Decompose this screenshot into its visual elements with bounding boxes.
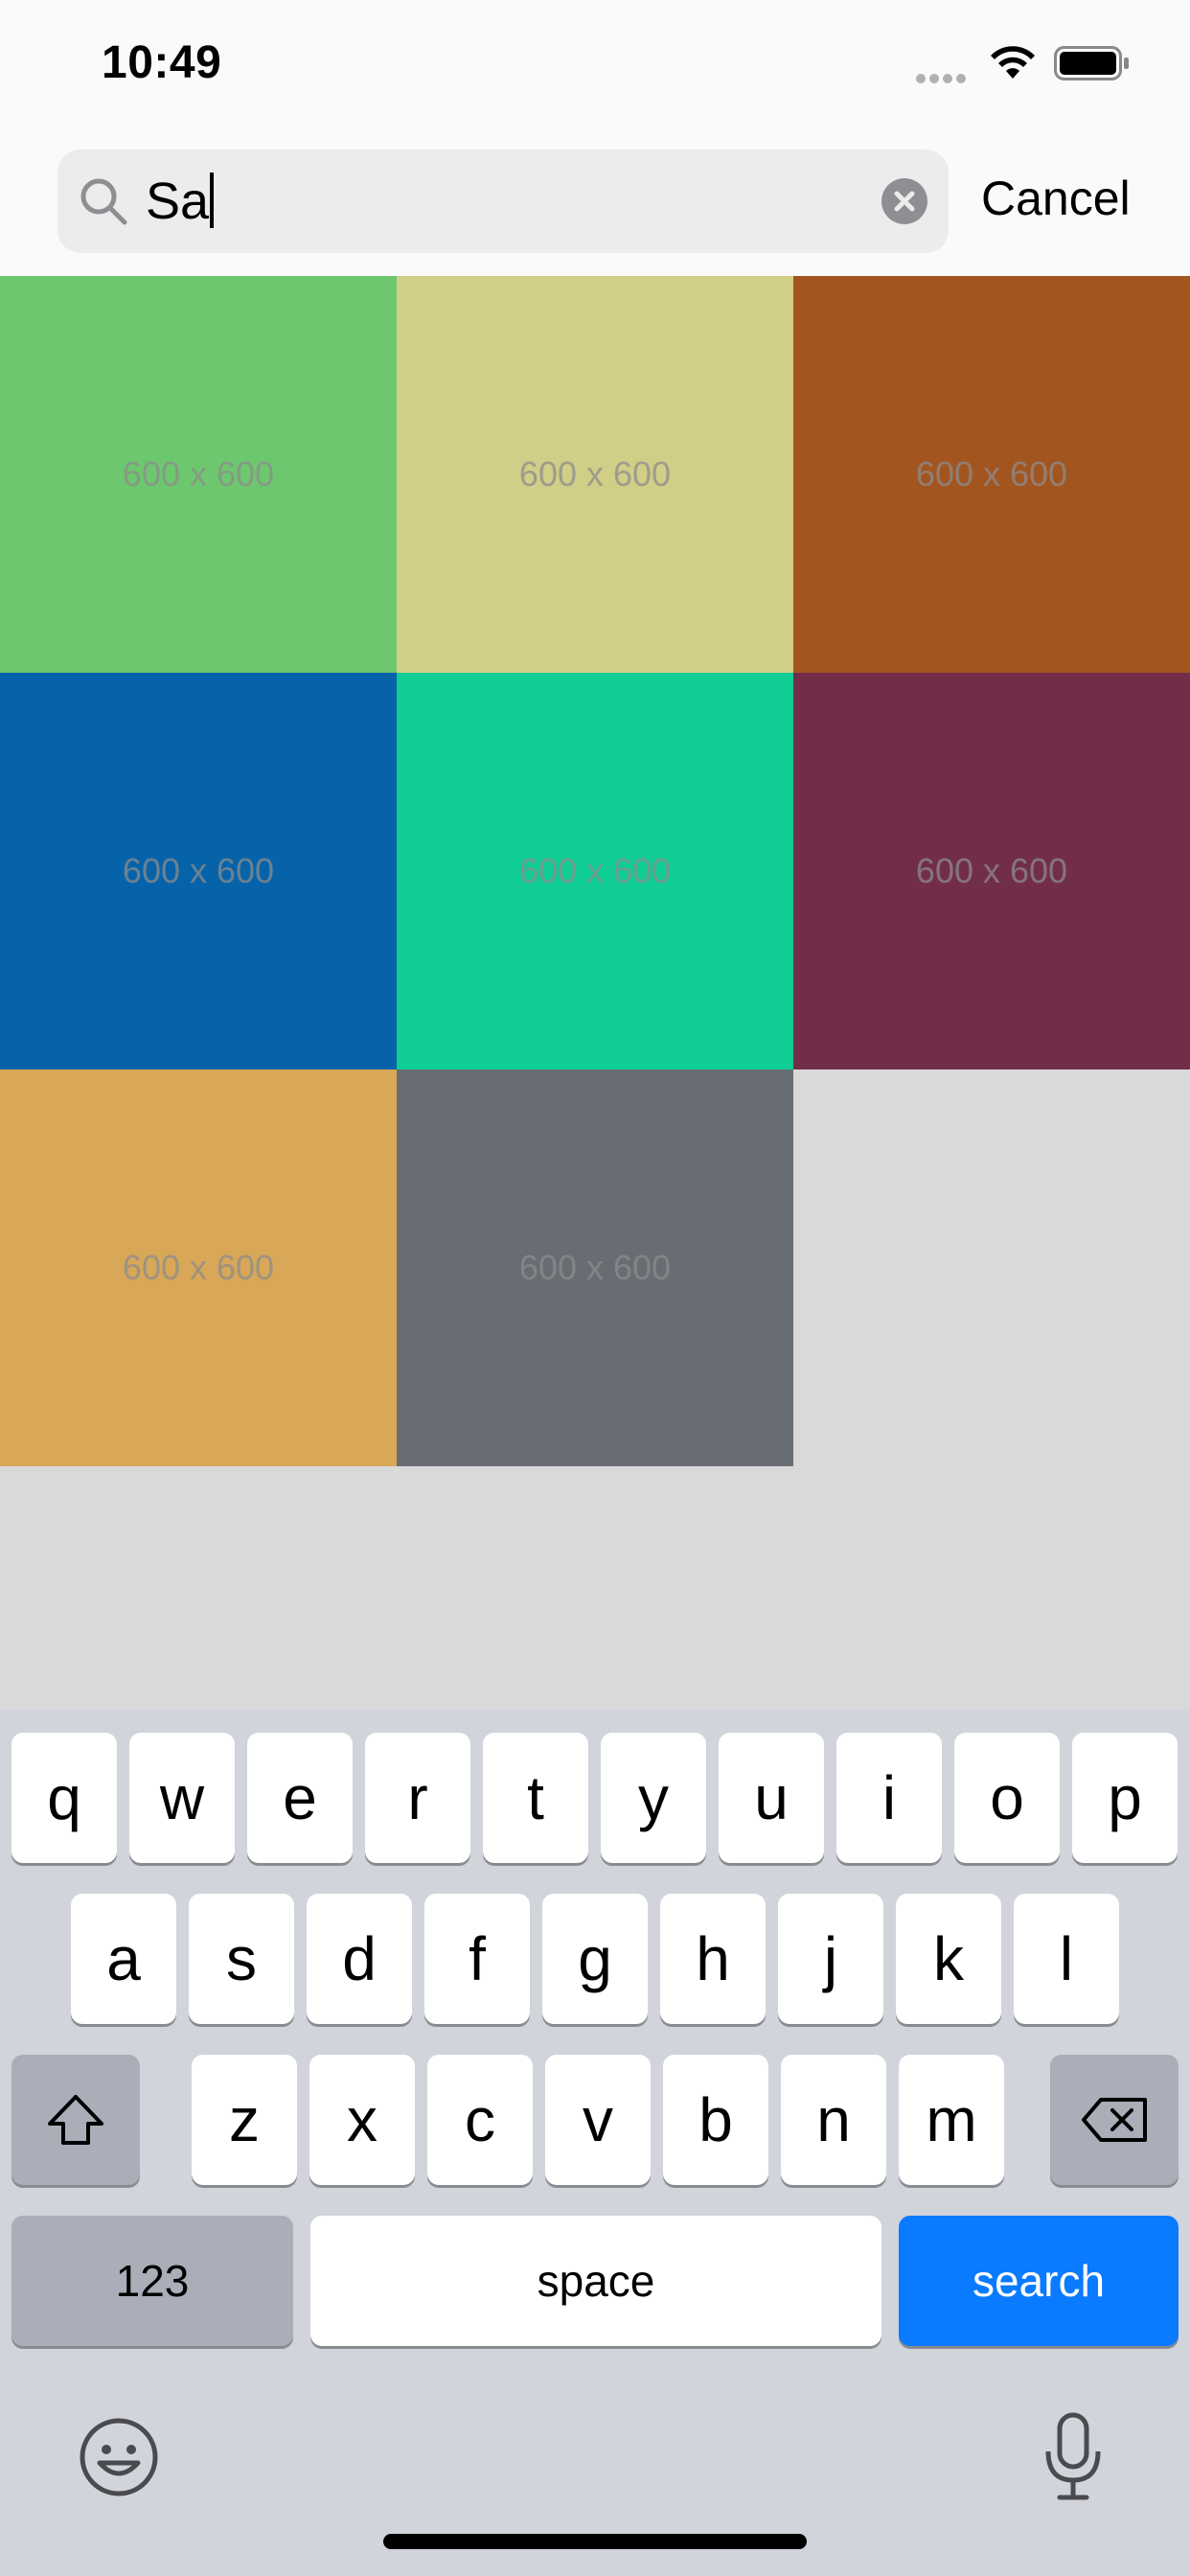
key-l[interactable]: l [1014, 1894, 1119, 2024]
delete-key[interactable] [1050, 2055, 1179, 2185]
grid-tile[interactable]: 600 x 600 [397, 673, 793, 1070]
search-input[interactable]: Sa [146, 172, 215, 230]
key-j[interactable]: j [778, 1894, 883, 2024]
tile-label: 600 x 600 [915, 454, 1068, 494]
wifi-icon [991, 46, 1035, 79]
status-time: 10:49 [102, 37, 222, 88]
search-field[interactable]: Sa [57, 150, 949, 253]
key-o[interactable]: o [954, 1733, 1060, 1863]
tile-label: 600 x 600 [518, 851, 672, 890]
grid-tile[interactable]: 600 x 600 [793, 276, 1190, 673]
grid-tile[interactable]: 600 x 600 [793, 673, 1190, 1070]
key-t[interactable]: t [483, 1733, 588, 1863]
shift-icon [48, 2095, 103, 2145]
tile-label: 600 x 600 [122, 1248, 275, 1287]
microphone-icon[interactable] [1039, 2411, 1108, 2503]
tile-label: 600 x 600 [122, 851, 275, 890]
key-h[interactable]: h [660, 1894, 766, 2024]
key-i[interactable]: i [836, 1733, 942, 1863]
grid-tile[interactable]: 600 x 600 [0, 276, 397, 673]
key-f[interactable]: f [424, 1894, 530, 2024]
text-caret [210, 172, 215, 228]
close-icon [894, 191, 915, 212]
numbers-key[interactable]: 123 [11, 2216, 293, 2346]
key-m[interactable]: m [899, 2055, 1004, 2185]
key-y[interactable]: y [601, 1733, 706, 1863]
key-r[interactable]: r [365, 1733, 470, 1863]
key-d[interactable]: d [307, 1894, 412, 2024]
tile-label: 600 x 600 [915, 851, 1068, 890]
key-s[interactable]: s [189, 1894, 294, 2024]
grid-tile[interactable]: 600 x 600 [397, 1070, 793, 1466]
status-indicators [883, 0, 1190, 125]
tile-label: 600 x 600 [518, 1248, 672, 1287]
key-p[interactable]: p [1072, 1733, 1178, 1863]
clear-search-button[interactable] [881, 178, 927, 224]
search-icon [80, 178, 127, 225]
signal-icon [916, 71, 970, 88]
key-n[interactable]: n [781, 2055, 886, 2185]
tile-label: 600 x 600 [518, 454, 672, 494]
tile-label: 600 x 600 [122, 454, 275, 494]
key-e[interactable]: e [247, 1733, 353, 1863]
emoji-icon[interactable] [77, 2415, 161, 2499]
key-x[interactable]: x [309, 2055, 415, 2185]
key-a[interactable]: a [71, 1894, 176, 2024]
grid-tile[interactable]: 600 x 600 [397, 276, 793, 673]
battery-icon [1054, 46, 1129, 80]
key-w[interactable]: w [129, 1733, 235, 1863]
key-k[interactable]: k [896, 1894, 1001, 2024]
key-q[interactable]: q [11, 1733, 117, 1863]
cancel-button[interactable]: Cancel [981, 171, 1131, 226]
home-indicator[interactable] [383, 2534, 807, 2549]
search-key[interactable]: search [899, 2216, 1179, 2346]
search-query: Sa [146, 172, 210, 230]
key-z[interactable]: z [192, 2055, 297, 2185]
grid-tile[interactable]: 600 x 600 [0, 1070, 397, 1466]
shift-key[interactable] [11, 2055, 140, 2185]
grid-tile[interactable]: 600 x 600 [0, 673, 397, 1070]
space-key[interactable]: space [310, 2216, 881, 2346]
key-u[interactable]: u [719, 1733, 824, 1863]
key-b[interactable]: b [663, 2055, 768, 2185]
header: 10:49 Sa Cancel [0, 0, 1190, 276]
key-c[interactable]: c [427, 2055, 533, 2185]
backspace-icon [1082, 2098, 1147, 2142]
key-v[interactable]: v [545, 2055, 651, 2185]
keyboard: q w e r t y u i o p a s d f g h j k l z … [0, 1710, 1190, 2576]
key-g[interactable]: g [542, 1894, 648, 2024]
